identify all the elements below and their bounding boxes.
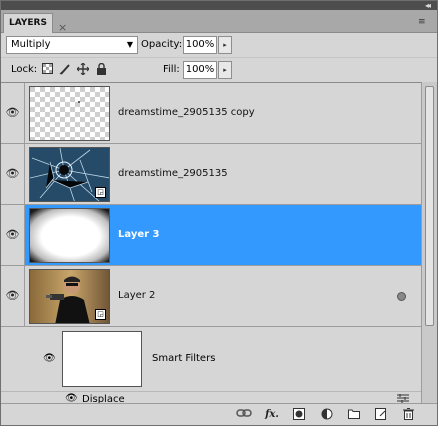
scrollbar-thumb[interactable]	[425, 86, 434, 326]
lock-position-icon[interactable]	[76, 62, 90, 76]
layer-name: Layer 2	[118, 290, 156, 301]
layers-panel: ◂◂ LAYERS × ≡ Multiply ▼ Opacity: 100% ▸…	[0, 0, 438, 426]
panel-menu-icon[interactable]: ≡	[418, 16, 432, 28]
blend-mode-value: Multiply	[11, 39, 51, 50]
panel-top-bar: ◂◂	[1, 1, 437, 10]
layer-row[interactable]: 👁 ◲ dreamstime_2905135	[1, 144, 421, 205]
delete-layer-icon[interactable]	[400, 408, 416, 422]
layer-thumbnail	[29, 208, 110, 263]
smart-filters-row[interactable]: 👁 Smart Filters	[1, 327, 421, 391]
layer-thumbnail: ◲	[29, 269, 110, 324]
layer-style-fx-icon[interactable]: fx.	[264, 408, 280, 422]
visibility-eye-icon[interactable]: 👁	[1, 205, 25, 265]
blend-mode-select[interactable]: Multiply ▼	[6, 36, 138, 54]
visibility-eye-icon[interactable]: 👁	[1, 83, 25, 143]
layers-list: 👁 dreamstime_2905135 copy 👁 ◲ dreamstime…	[1, 82, 421, 407]
layers-scrollbar[interactable]	[421, 82, 437, 403]
layer-row[interactable]: 👁 ◲ Layer 2	[1, 266, 421, 327]
smart-filters-eye-icon[interactable]: 👁	[43, 353, 56, 364]
lock-label: Lock:	[11, 64, 38, 75]
opacity-label: Opacity:	[141, 39, 183, 50]
tab-layers[interactable]: LAYERS	[3, 13, 53, 33]
opacity-input[interactable]: 100%	[183, 36, 217, 54]
new-layer-icon[interactable]	[373, 408, 389, 422]
add-mask-icon[interactable]	[291, 408, 307, 422]
chevron-down-icon: ▼	[126, 40, 133, 49]
blend-opacity-row: Multiply ▼ Opacity: 100% ▸	[1, 33, 437, 57]
opacity-stepper[interactable]: ▸	[218, 36, 232, 54]
smart-filters-label: Smart Filters	[152, 353, 216, 364]
tab-row: LAYERS × ≡	[1, 10, 437, 34]
layer-row[interactable]: 👁 dreamstime_2905135 copy	[1, 83, 421, 144]
layer-row-selected[interactable]: 👁 Layer 3	[1, 205, 421, 266]
layer-thumbnail	[29, 86, 110, 141]
new-group-icon[interactable]	[346, 408, 362, 422]
smart-object-icon: ◲	[95, 187, 106, 198]
smart-filter-indicator-icon[interactable]	[397, 292, 406, 301]
visibility-eye-icon[interactable]: 👁	[1, 266, 25, 326]
layer-name: dreamstime_2905135	[118, 168, 228, 179]
collapse-icon[interactable]: ◂◂	[425, 1, 431, 10]
link-layers-icon[interactable]	[236, 408, 252, 422]
smart-filters-mask-thumbnail[interactable]	[62, 331, 142, 387]
layer-name: dreamstime_2905135 copy	[118, 107, 255, 118]
smart-object-icon: ◲	[95, 309, 106, 320]
layer-thumbnail: ◲	[29, 147, 110, 202]
fill-label: Fill:	[163, 64, 180, 75]
lock-all-icon[interactable]	[95, 62, 107, 75]
fill-stepper[interactable]: ▸	[218, 61, 232, 79]
fill-input[interactable]: 100%	[183, 61, 217, 79]
adjustment-layer-icon[interactable]	[319, 408, 335, 422]
lock-image-icon[interactable]	[59, 63, 71, 75]
panel-bottom-toolbar: fx.	[1, 403, 437, 425]
visibility-eye-icon[interactable]: 👁	[1, 144, 25, 204]
layer-name: Layer 3	[118, 229, 160, 240]
lock-transparent-icon[interactable]	[41, 63, 53, 75]
lock-fill-row: Lock: Fill: 100% ▸	[1, 57, 437, 81]
